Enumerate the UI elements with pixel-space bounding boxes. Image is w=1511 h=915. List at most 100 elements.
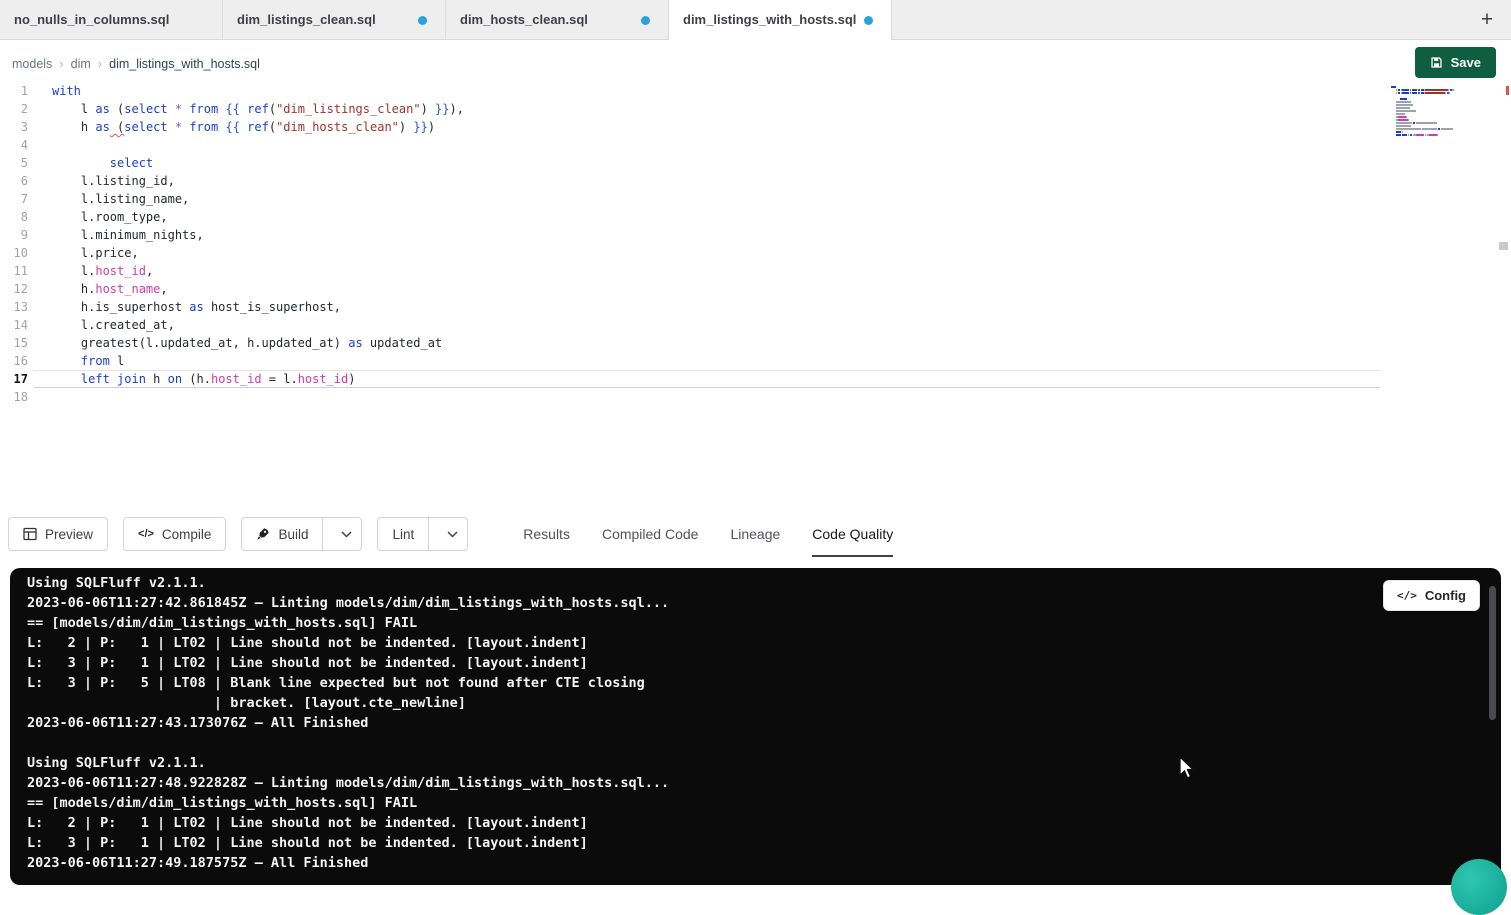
code-line[interactable]: h.host_name, [52, 280, 1380, 298]
code-token: l.created_at, [52, 318, 175, 332]
panel-tab-results[interactable]: Results [523, 508, 570, 560]
editor-minimap[interactable] [1391, 86, 1465, 140]
new-tab-button[interactable]: + [1469, 0, 1505, 40]
file-tab[interactable]: dim_listings_clean.sql [223, 0, 446, 39]
editor-scrollbar-thumb[interactable] [1499, 242, 1508, 250]
minimap-segment [1396, 128, 1421, 130]
code-editor[interactable]: 123456789101112131415161718 with l as (s… [0, 82, 1511, 508]
panel-tab-compiled-code[interactable]: Compiled Code [602, 508, 699, 560]
code-line[interactable]: l.price, [52, 244, 1380, 262]
breadcrumb-item[interactable]: models [12, 57, 52, 71]
breadcrumb-bar: models›dim›dim_listings_with_hosts.sql S… [0, 41, 1511, 86]
preview-button-label: Preview [45, 527, 93, 542]
action-toolbar: Preview </> Compile Build Lint Results Co… [0, 508, 1511, 560]
minimap-segment [1396, 125, 1411, 127]
minimap-segment [1416, 134, 1424, 136]
code-token: h.is_superhost [52, 300, 189, 314]
line-number: 10 [0, 244, 34, 262]
code-token: ( [110, 120, 124, 134]
code-token: host_id [298, 372, 349, 386]
code-token: as [95, 102, 109, 116]
file-tab[interactable]: no_nulls_in_columns.sql [0, 0, 223, 39]
code-token: }} [428, 102, 450, 116]
code-line[interactable]: left join h on (h.host_id = l.host_id) [52, 370, 1380, 388]
file-tabs: no_nulls_in_columns.sql dim_listings_clea… [0, 0, 892, 39]
minimap-segment [1396, 122, 1412, 124]
minimap-line [1391, 107, 1465, 109]
code-token: l [52, 102, 95, 116]
panel-tab-code-quality[interactable]: Code Quality [812, 508, 893, 560]
code-token: host_is_superhost, [204, 300, 341, 314]
terminal-line [27, 733, 1501, 753]
terminal-scrollbar-thumb[interactable] [1489, 586, 1496, 720]
file-tab-label: dim_listings_clean.sql [237, 12, 376, 27]
code-token: with [52, 84, 81, 98]
code-line[interactable] [52, 388, 1380, 406]
code-token: ( [110, 102, 124, 116]
code-line[interactable]: l.created_at, [52, 316, 1380, 334]
code-token: l [110, 354, 124, 368]
config-button[interactable]: </> Config [1383, 580, 1480, 611]
code-token [52, 156, 110, 170]
code-token: ref [247, 120, 269, 134]
code-token: greatest(l.updated_at, h.updated_at) [52, 336, 348, 350]
tab-bar: no_nulls_in_columns.sql dim_listings_clea… [0, 0, 1511, 40]
build-dropdown-chevron-icon[interactable] [331, 518, 361, 550]
code-line[interactable]: l.minimum_nights, [52, 226, 1380, 244]
code-token: from [81, 354, 110, 368]
breadcrumb-item[interactable]: dim [71, 57, 91, 71]
line-number: 1 [0, 82, 34, 100]
code-line[interactable]: greatest(l.updated_at, h.updated_at) as … [52, 334, 1380, 352]
code-token: l. [52, 264, 95, 278]
code-line[interactable]: from l [52, 352, 1380, 370]
line-number: 9 [0, 226, 34, 244]
lint-button-label: Lint [392, 527, 414, 542]
code-line[interactable]: l.room_type, [52, 208, 1380, 226]
file-tab[interactable]: dim_hosts_clean.sql [446, 0, 669, 39]
code-token: "dim_listings_clean" [276, 102, 421, 116]
code-token: h [52, 120, 95, 134]
code-line[interactable] [52, 136, 1380, 154]
file-tab[interactable]: dim_listings_with_hosts.sql [669, 0, 892, 39]
code-token: as [189, 300, 203, 314]
terminal-output: Using SQLFluff v2.1.1.2023-06-06T11:27:4… [10, 568, 1501, 873]
code-token: h [146, 372, 168, 386]
code-line[interactable]: l.listing_name, [52, 190, 1380, 208]
save-button[interactable]: Save [1415, 47, 1496, 78]
panel-tab-lineage[interactable]: Lineage [730, 508, 780, 560]
code-line[interactable]: select [52, 154, 1380, 172]
code-brackets-icon: </> [138, 528, 154, 540]
code-line[interactable]: h.is_superhost as host_is_superhost, [52, 298, 1380, 316]
minimap-segment [1449, 92, 1450, 94]
minimap-segment [1402, 89, 1409, 91]
build-button[interactable]: Build [241, 517, 362, 551]
code-token: left join [81, 372, 146, 386]
minimap-segment [1425, 92, 1445, 94]
chat-widget-button[interactable] [1451, 859, 1507, 915]
code-area[interactable]: with l as (select * from {{ ref("dim_lis… [34, 82, 1380, 406]
preview-button[interactable]: Preview [8, 517, 108, 551]
code-line[interactable]: h as (select * from {{ ref("dim_hosts_cl… [52, 118, 1380, 136]
code-token [52, 354, 81, 368]
terminal-line: 2023-06-06T11:27:43.173076Z — All Finish… [27, 713, 1501, 733]
compile-button[interactable]: </> Compile [123, 517, 226, 551]
lint-button[interactable]: Lint [377, 517, 468, 551]
code-line[interactable]: with [52, 82, 1380, 100]
code-line[interactable]: l.listing_id, [52, 172, 1380, 190]
rocket-icon [256, 527, 270, 541]
panel-tabs: Results Compiled Code Lineage Code Quality [523, 508, 893, 560]
minimap-line [1391, 98, 1465, 100]
code-line[interactable]: l.host_id, [52, 262, 1380, 280]
line-number: 12 [0, 280, 34, 298]
terminal-line: L: 3 | P: 5 | LT08 | Blank line expected… [27, 673, 1501, 693]
save-button-label: Save [1451, 55, 1481, 70]
minimap-segment [1429, 134, 1437, 136]
lint-dropdown-chevron-icon[interactable] [437, 518, 467, 550]
code-token: from [189, 120, 218, 134]
minimap-line [1391, 89, 1465, 91]
code-line[interactable]: l as (select * from {{ ref("dim_listings… [52, 100, 1380, 118]
breadcrumb-item[interactable]: dim_listings_with_hosts.sql [109, 57, 260, 71]
terminal-line: 2023-06-06T11:27:42.861845Z — Linting mo… [27, 593, 1501, 613]
code-token: as [95, 120, 109, 134]
line-number: 11 [0, 262, 34, 280]
